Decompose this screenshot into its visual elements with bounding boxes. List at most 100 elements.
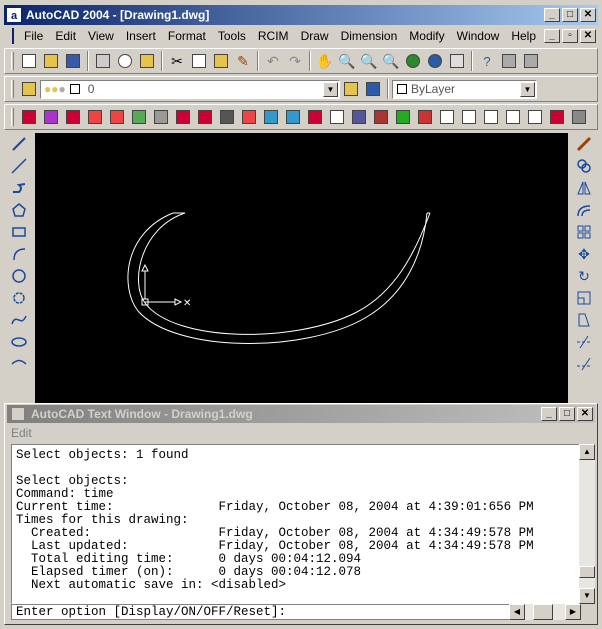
layer-dropdown[interactable]: ● ● ● 0 ▼ [40, 79, 340, 99]
paste-icon[interactable] [210, 50, 232, 72]
maximize-button[interactable]: □ [562, 8, 578, 22]
construction-line-icon[interactable] [7, 155, 31, 177]
tool-icon[interactable] [128, 106, 150, 128]
menu-file[interactable]: File [18, 27, 49, 45]
tool-icon[interactable] [84, 106, 106, 128]
copy-icon[interactable] [188, 50, 210, 72]
close-button[interactable]: ✕ [577, 407, 593, 421]
tool-icon[interactable] [498, 50, 520, 72]
autocad-app-icon[interactable]: a [6, 7, 22, 23]
ellipse-arc-icon[interactable] [7, 353, 31, 375]
scroll-up-icon[interactable]: ▲ [579, 444, 595, 460]
zoom-previous-icon[interactable]: 🔍 [380, 50, 402, 72]
match-properties-icon[interactable]: ✎ [232, 50, 254, 72]
close-button[interactable]: ✕ [580, 8, 596, 22]
move-icon[interactable]: ✥ [572, 243, 596, 265]
command-history[interactable]: Select objects: 1 found Select objects: … [11, 444, 585, 604]
scroll-thumb[interactable] [579, 566, 595, 578]
menu-view[interactable]: View [82, 27, 120, 45]
text-window-titlebar[interactable]: AutoCAD Text Window - Drawing1.dwg _ □ ✕ [7, 405, 595, 423]
minimize-button[interactable]: _ [544, 8, 560, 22]
layer-manager-icon[interactable] [18, 78, 40, 100]
app-titlebar[interactable]: a AutoCAD 2004 - [Drawing1.dwg] _ □ ✕ [4, 5, 598, 25]
menu-tools[interactable]: Tools [212, 27, 252, 45]
scroll-thumb[interactable] [533, 604, 553, 620]
drawing-canvas[interactable]: ✕ [35, 133, 568, 403]
tool-icon[interactable] [568, 106, 590, 128]
tool-icon[interactable] [326, 106, 348, 128]
circle-icon[interactable] [7, 265, 31, 287]
offset-icon[interactable] [572, 199, 596, 221]
tool-icon[interactable] [62, 106, 84, 128]
tool-icon[interactable] [106, 106, 128, 128]
chevron-down-icon[interactable]: ▼ [323, 81, 338, 97]
designcenter-icon[interactable] [424, 50, 446, 72]
line-icon[interactable] [7, 133, 31, 155]
chevron-down-icon[interactable]: ▼ [520, 81, 535, 97]
maximize-button[interactable]: □ [559, 407, 575, 421]
tool-palettes-icon[interactable] [446, 50, 468, 72]
vertical-scrollbar[interactable]: ▲ ▼ [579, 444, 595, 604]
tool-icon[interactable] [282, 106, 304, 128]
tool-icon[interactable] [370, 106, 392, 128]
scroll-left-icon[interactable]: ◀ [509, 604, 525, 620]
menu-modify[interactable]: Modify [403, 27, 450, 45]
tool-icon[interactable] [40, 106, 62, 128]
menu-insert[interactable]: Insert [120, 27, 162, 45]
make-object-layer-current-icon[interactable] [340, 78, 362, 100]
save-icon[interactable] [62, 50, 84, 72]
tool-icon[interactable] [546, 106, 568, 128]
tool-icon[interactable] [348, 106, 370, 128]
toolbar-grip[interactable] [11, 80, 14, 98]
tool-icon[interactable] [436, 106, 458, 128]
tool-icon[interactable] [194, 106, 216, 128]
scroll-down-icon[interactable]: ▼ [579, 588, 595, 604]
array-icon[interactable] [572, 221, 596, 243]
menu-draw[interactable]: Draw [295, 27, 335, 45]
linetype-dropdown[interactable]: ByLayer ▼ [392, 79, 537, 99]
tool-icon[interactable] [304, 106, 326, 128]
tool-icon[interactable] [238, 106, 260, 128]
tool-icon[interactable] [414, 106, 436, 128]
tool-icon[interactable] [480, 106, 502, 128]
new-icon[interactable] [18, 50, 40, 72]
minimize-button[interactable]: _ [541, 407, 557, 421]
redo-icon[interactable]: ↷ [284, 50, 306, 72]
tool-icon[interactable] [458, 106, 480, 128]
plot-preview-icon[interactable] [114, 50, 136, 72]
menu-rcim[interactable]: RCIM [252, 27, 295, 45]
tool-icon[interactable] [520, 50, 542, 72]
tool-icon[interactable] [260, 106, 282, 128]
polyline-icon[interactable] [7, 177, 31, 199]
undo-icon[interactable]: ↶ [262, 50, 284, 72]
revcloud-icon[interactable] [7, 287, 31, 309]
cut-icon[interactable]: ✂ [166, 50, 188, 72]
tool-icon[interactable] [392, 106, 414, 128]
stretch-icon[interactable] [572, 309, 596, 331]
extend-icon[interactable] [572, 353, 596, 375]
print-icon[interactable] [92, 50, 114, 72]
scale-icon[interactable] [572, 287, 596, 309]
layer-previous-icon[interactable] [362, 78, 384, 100]
polygon-icon[interactable] [7, 199, 31, 221]
scroll-right-icon[interactable]: ▶ [565, 604, 581, 620]
toolbar-grip[interactable] [11, 52, 14, 70]
tool-icon[interactable] [172, 106, 194, 128]
menu-window[interactable]: Window [451, 27, 506, 45]
rotate-icon[interactable]: ↻ [572, 265, 596, 287]
toolbar-grip[interactable] [11, 108, 14, 126]
menu-edit[interactable]: Edit [11, 426, 32, 440]
doc-close-button[interactable]: ✕ [580, 29, 596, 43]
tool-icon[interactable] [18, 106, 40, 128]
properties-icon[interactable] [402, 50, 424, 72]
menu-help[interactable]: Help [505, 27, 542, 45]
zoom-realtime-icon[interactable]: 🔍 [336, 50, 358, 72]
menu-dimension[interactable]: Dimension [335, 27, 404, 45]
erase-icon[interactable] [572, 133, 596, 155]
menu-edit[interactable]: Edit [49, 27, 82, 45]
mirror-icon[interactable] [572, 177, 596, 199]
arc-icon[interactable] [7, 243, 31, 265]
ellipse-icon[interactable] [7, 331, 31, 353]
horizontal-scrollbar[interactable]: ◀ ▶ [509, 604, 581, 620]
pan-icon[interactable]: ✋ [314, 50, 336, 72]
